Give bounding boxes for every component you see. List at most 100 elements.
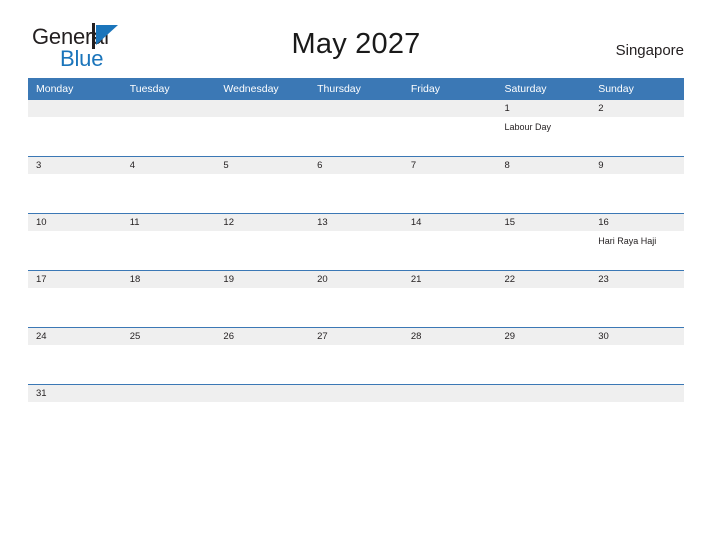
- calendar-week-row: 1 Labour Day 2: [28, 100, 684, 157]
- calendar-day-cell[interactable]: 20: [309, 270, 403, 328]
- day-number: 15: [496, 214, 591, 231]
- calendar-day-cell[interactable]: 21: [402, 270, 497, 328]
- calendar-day-cell[interactable]: [121, 100, 216, 157]
- day-number: 19: [215, 271, 310, 288]
- calendar-day-cell[interactable]: 8: [496, 156, 591, 214]
- day-cell-inner: 27: [309, 328, 403, 384]
- weekday-header-sunday: Sunday: [590, 78, 684, 100]
- calendar-day-cell[interactable]: 9: [590, 156, 684, 214]
- weekday-header-wednesday: Wednesday: [215, 78, 310, 100]
- day-number: 7: [402, 157, 497, 174]
- calendar-day-cell[interactable]: 19: [215, 270, 310, 328]
- calendar-day-cell[interactable]: 30: [590, 327, 684, 385]
- calendar-day-cell[interactable]: 4: [121, 156, 216, 214]
- day-cell-inner: 29: [496, 328, 591, 384]
- calendar-day-cell[interactable]: 7: [402, 156, 497, 214]
- day-cell-inner: 11: [121, 214, 216, 270]
- calendar-day-cell[interactable]: [402, 100, 497, 157]
- calendar-day-cell[interactable]: 5: [215, 156, 310, 214]
- day-cell-inner: 2: [590, 100, 684, 156]
- calendar-day-cell[interactable]: 23: [590, 270, 684, 328]
- day-cell-inner: 9: [590, 157, 684, 213]
- day-number: 22: [496, 271, 591, 288]
- calendar-day-cell[interactable]: 1 Labour Day: [496, 100, 591, 157]
- day-cell-inner: 15: [496, 214, 591, 270]
- day-cell-inner: [309, 100, 403, 156]
- calendar-day-cell[interactable]: 6: [309, 156, 403, 214]
- day-cell-inner: [121, 385, 216, 407]
- calendar-day-cell[interactable]: 28: [402, 327, 497, 385]
- calendar-day-cell[interactable]: 13: [309, 213, 403, 271]
- day-cell-inner: 10: [28, 214, 122, 270]
- holiday-event-label: Hari Raya Haji: [598, 236, 657, 246]
- day-number: [121, 385, 216, 402]
- day-number: 9: [590, 157, 684, 174]
- day-cell-inner: 23: [590, 271, 684, 327]
- day-number: 4: [121, 157, 216, 174]
- calendar-day-cell[interactable]: 16 Hari Raya Haji: [590, 213, 684, 271]
- page-title: May 2027: [291, 28, 421, 60]
- calendar-day-cell[interactable]: 2: [590, 100, 684, 157]
- calendar-week-row: 24 25 26 27 28 29 30: [28, 327, 684, 385]
- calendar-day-cell[interactable]: 27: [309, 327, 403, 385]
- calendar-day-cell[interactable]: [309, 384, 403, 407]
- day-number: [402, 100, 497, 117]
- calendar-day-cell[interactable]: 22: [496, 270, 591, 328]
- calendar-day-cell[interactable]: 31: [28, 384, 122, 407]
- calendar-day-cell[interactable]: [215, 384, 310, 407]
- day-number: 1: [496, 100, 591, 117]
- calendar-day-cell[interactable]: [121, 384, 216, 407]
- day-cell-inner: [590, 385, 684, 407]
- calendar-day-cell[interactable]: 29: [496, 327, 591, 385]
- day-cell-inner: 17: [28, 271, 122, 327]
- calendar-day-cell[interactable]: 17: [28, 270, 122, 328]
- calendar-day-cell[interactable]: 15: [496, 213, 591, 271]
- day-cell-inner: [215, 385, 310, 407]
- calendar-day-cell[interactable]: [590, 384, 684, 407]
- calendar-day-cell[interactable]: 12: [215, 213, 310, 271]
- calendar-grid: Monday Tuesday Wednesday Thursday Friday…: [28, 78, 684, 407]
- calendar-day-cell[interactable]: [28, 100, 122, 157]
- day-cell-inner: 22: [496, 271, 591, 327]
- calendar-day-cell[interactable]: 3: [28, 156, 122, 214]
- day-number: [121, 100, 216, 117]
- calendar-day-cell[interactable]: 25: [121, 327, 216, 385]
- day-cell-inner: 18: [121, 271, 216, 327]
- day-cell-inner: 19: [215, 271, 310, 327]
- weekday-header-tuesday: Tuesday: [121, 78, 216, 100]
- day-cell-inner: [121, 100, 216, 156]
- day-number: 29: [496, 328, 591, 345]
- calendar-day-cell[interactable]: [402, 384, 497, 407]
- day-cell-inner: [28, 100, 122, 156]
- weekday-header-monday: Monday: [28, 78, 122, 100]
- day-number: [215, 385, 310, 402]
- calendar-header-row: Monday Tuesday Wednesday Thursday Friday…: [28, 78, 684, 100]
- calendar-day-cell[interactable]: 14: [402, 213, 497, 271]
- day-cell-inner: 31: [28, 385, 122, 407]
- day-cell-inner: 3: [28, 157, 122, 213]
- day-cell-inner: 7: [402, 157, 497, 213]
- day-number: 31: [28, 385, 122, 402]
- day-number: 18: [121, 271, 216, 288]
- day-number: [309, 100, 403, 117]
- day-cell-inner: [309, 385, 403, 407]
- day-number: 30: [590, 328, 684, 345]
- calendar-page: General Blue May 2027 Singapore Monday T…: [0, 0, 712, 550]
- calendar-day-cell[interactable]: [309, 100, 403, 157]
- day-number: [28, 100, 122, 117]
- calendar-day-cell[interactable]: 11: [121, 213, 216, 271]
- day-number: 23: [590, 271, 684, 288]
- day-number: [309, 385, 403, 402]
- calendar-day-cell[interactable]: 18: [121, 270, 216, 328]
- day-cell-inner: 26: [215, 328, 310, 384]
- calendar-day-cell[interactable]: [215, 100, 310, 157]
- calendar-day-cell[interactable]: 26: [215, 327, 310, 385]
- calendar-body: 1 Labour Day 2 3 4 5 6 7 8 9 10 11 12 13 14 15 16 Hari Ra…: [28, 100, 684, 407]
- day-number: 25: [121, 328, 216, 345]
- day-number: 12: [215, 214, 310, 231]
- day-number: 13: [309, 214, 403, 231]
- calendar-day-cell[interactable]: [496, 384, 591, 407]
- calendar-day-cell[interactable]: 10: [28, 213, 122, 271]
- weekday-header-thursday: Thursday: [309, 78, 403, 100]
- calendar-day-cell[interactable]: 24: [28, 327, 122, 385]
